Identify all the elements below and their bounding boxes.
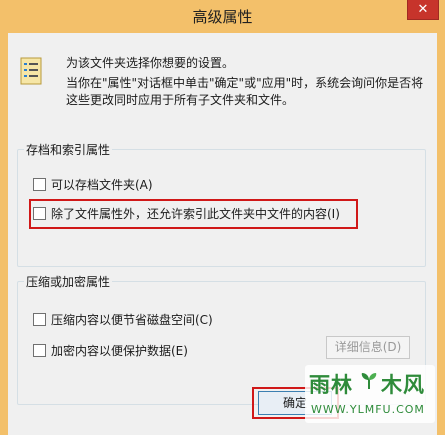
encrypt-checkbox-row[interactable]: 加密内容以便保护数据(E) bbox=[33, 342, 188, 358]
folder-properties-icon bbox=[20, 57, 42, 85]
archive-index-group-label: 存档和索引属性 bbox=[24, 141, 113, 158]
close-button[interactable]: ✕ bbox=[407, 0, 439, 20]
index-checkbox-row[interactable]: 除了文件属性外，还允许索引此文件夹中文件的内容(I) bbox=[33, 205, 340, 221]
encrypt-checkbox-label: 加密内容以便保护数据(E) bbox=[51, 343, 188, 358]
watermark-text-left: 雨林 bbox=[309, 373, 353, 397]
index-checkbox-label: 除了文件属性外，还允许索引此文件夹中文件的内容(I) bbox=[51, 206, 340, 221]
compress-checkbox[interactable] bbox=[33, 312, 46, 326]
watermark-url: WWW.YLMFU.COM bbox=[311, 403, 425, 416]
compress-checkbox-label: 压缩内容以便节省磁盘空间(C) bbox=[51, 312, 213, 327]
description-line1: 为该文件夹选择你想要的设置。 bbox=[66, 56, 235, 70]
details-button[interactable]: 详细信息(D) bbox=[326, 336, 410, 359]
compress-checkbox-row[interactable]: 压缩内容以便节省磁盘空间(C) bbox=[33, 311, 213, 327]
watermark-text-right: 木风 bbox=[381, 373, 425, 397]
archive-checkbox-label: 可以存档文件夹(A) bbox=[51, 177, 153, 192]
archive-checkbox[interactable] bbox=[33, 177, 46, 191]
encrypt-checkbox[interactable] bbox=[33, 343, 46, 357]
leaf-icon bbox=[361, 373, 377, 389]
compress-encrypt-group-label: 压缩或加密属性 bbox=[24, 273, 113, 290]
window-title: 高级属性 bbox=[192, 8, 253, 26]
description-line2: 当你在"属性"对话框中单击"确定"或"应用"时，系统会询问你是否将这些更改同时应… bbox=[66, 76, 424, 107]
title-bar: 高级属性 ✕ bbox=[0, 0, 445, 33]
index-checkbox[interactable] bbox=[33, 206, 46, 220]
watermark-logo: 雨林 木风 WWW.YLMFU.COM bbox=[305, 365, 435, 423]
close-icon: ✕ bbox=[417, 2, 429, 17]
archive-checkbox-row[interactable]: 可以存档文件夹(A) bbox=[33, 176, 153, 192]
